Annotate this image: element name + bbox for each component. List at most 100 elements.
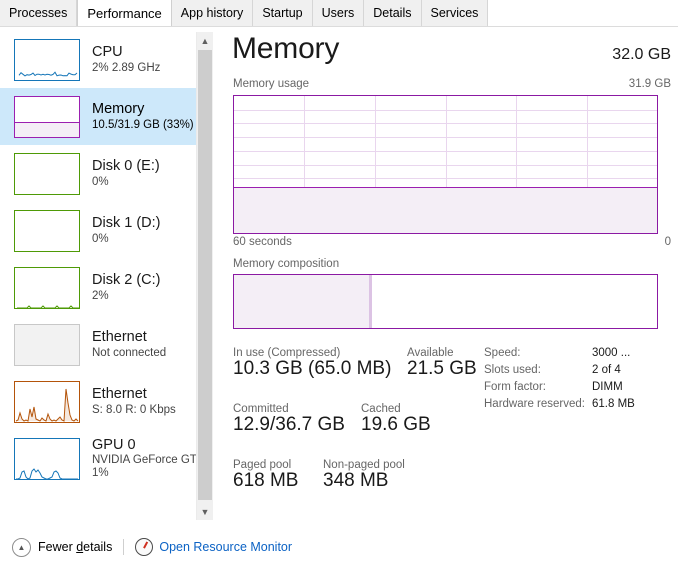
- stat-value: 618 MB: [233, 470, 299, 491]
- hardware-key: Slots used:: [484, 364, 541, 376]
- stat-committed: Committed 12.9/36.7 GB: [233, 403, 345, 436]
- sidebar-item-text: Disk 0 (E:) 0%: [92, 158, 160, 188]
- sidebar-item-text: Memory 10.5/31.9 GB (33%): [92, 101, 194, 131]
- sidebar-thumbnail-disk-2: [14, 266, 80, 309]
- sidebar-item-text: Ethernet Not connected: [92, 329, 166, 359]
- sidebar-scrollbar[interactable]: ▲ ▼: [196, 32, 213, 520]
- memory-composition-bar[interactable]: [233, 274, 658, 329]
- sidebar-item-subtitle: 2% 2.89 GHz: [92, 61, 161, 74]
- footer-divider: [123, 539, 125, 555]
- memory-usage-graph[interactable]: [233, 95, 658, 234]
- scroll-down-icon[interactable]: ▼: [197, 503, 213, 520]
- open-resource-monitor-label: Open Resource Monitor: [159, 540, 293, 554]
- tab-label: Startup: [262, 6, 303, 20]
- graph-gridline-horizontal: [234, 109, 657, 111]
- hardware-key: Speed:: [484, 347, 521, 359]
- composition-segment-in-use: [234, 275, 370, 328]
- tab-performance[interactable]: Performance: [77, 0, 172, 26]
- sidebar-thumbnail-gpu-0: [14, 437, 80, 480]
- memory-usage-area: [234, 186, 657, 233]
- memory-usage-max: 31.9 GB: [628, 78, 671, 90]
- graph-gridline-horizontal: [234, 137, 657, 139]
- stat-cached: Cached 19.6 GB: [361, 403, 431, 436]
- graph-gridline-horizontal: [234, 123, 657, 125]
- sidebar-item-disk-1[interactable]: Disk 1 (D:) 0%: [0, 202, 196, 259]
- sidebar-item-disk-2[interactable]: Disk 2 (C:) 2%: [0, 259, 196, 316]
- sidebar-thumbnail-ethernet-disconnected: [14, 323, 80, 366]
- stat-in-use: In use (Compressed) 10.3 GB (65.0 MB): [233, 347, 391, 380]
- stat-value: 19.6 GB: [361, 414, 431, 435]
- tab-processes[interactable]: Processes: [0, 0, 78, 26]
- sidebar-item-title: Ethernet: [92, 329, 147, 346]
- memory-stats: In use (Compressed) 10.3 GB (65.0 MB) Av…: [222, 347, 672, 491]
- footer-bar: ▲ Fewer details Open Resource Monitor: [0, 527, 678, 567]
- hardware-row-slots-used: Slots used: 2 of 4: [484, 364, 635, 381]
- total-memory-value: 32.0 GB: [612, 46, 671, 63]
- tab-details[interactable]: Details: [364, 0, 422, 26]
- hardware-value: DIMM: [592, 381, 623, 393]
- scroll-up-icon[interactable]: ▲: [197, 32, 213, 49]
- stat-paged-pool: Paged pool 618 MB: [233, 459, 298, 492]
- fewer-details-post: etails: [83, 540, 113, 554]
- scrollbar-thumb[interactable]: [198, 50, 212, 500]
- page-title: Memory: [232, 32, 340, 65]
- resource-monitor-icon: [135, 538, 154, 556]
- sidebar-item-title: Disk 1 (D:): [92, 215, 161, 232]
- hardware-details: Speed: 3000 ... Slots used: 2 of 4 Form …: [484, 347, 635, 415]
- hardware-value: 61.8 MB: [592, 398, 635, 410]
- composition-segment-free: [631, 275, 657, 328]
- usage-graph-header: Memory usage 31.9 GB: [222, 78, 672, 95]
- graph-gridline-horizontal: [234, 150, 657, 152]
- sidebar-item-subtitle: 2%: [92, 289, 109, 302]
- sidebar-item-ethernet-active[interactable]: Ethernet S: 8.0 R: 0 Kbps: [0, 373, 196, 430]
- sidebar-thumbnail-cpu: [14, 38, 80, 81]
- axis-label-right: 0: [664, 236, 671, 248]
- memory-usage-graph-wrap: [233, 95, 658, 234]
- sidebar-item-ethernet-disconnected[interactable]: Ethernet Not connected: [0, 316, 196, 373]
- tab-label: Processes: [9, 6, 68, 20]
- sidebar-thumbnail-ethernet-active: [14, 380, 80, 423]
- sidebar-item-title: CPU: [92, 44, 123, 61]
- fewer-details-pre: Fewer: [38, 540, 77, 554]
- sidebar-item-subtitle-2: 1%: [92, 467, 109, 480]
- sidebar-item-disk-0[interactable]: Disk 0 (E:) 0%: [0, 145, 196, 202]
- sidebar-item-gpu-0[interactable]: GPU 0 NVIDIA GeForce GTX 1%: [0, 430, 196, 487]
- open-resource-monitor-link[interactable]: Open Resource Monitor: [135, 538, 292, 556]
- tab-services[interactable]: Services: [421, 0, 489, 26]
- composition-segment-standby-free: [372, 275, 632, 328]
- tab-label: Users: [321, 6, 355, 20]
- sidebar-item-title: Disk 0 (E:): [92, 158, 160, 175]
- tab-startup[interactable]: Startup: [253, 0, 313, 26]
- memory-usage-label: Memory usage: [233, 78, 310, 90]
- sidebar-item-cpu[interactable]: CPU 2% 2.89 GHz: [0, 31, 196, 88]
- sidebar-item-title: Memory: [92, 101, 145, 118]
- sidebar-thumbnail-disk-0: [14, 152, 80, 195]
- sidebar-item-text: Disk 1 (D:) 0%: [92, 215, 160, 245]
- sidebar-item-subtitle: NVIDIA GeForce GTX: [92, 454, 196, 467]
- sidebar-item-subtitle: Not connected: [92, 346, 167, 359]
- hardware-value: 3000 ...: [592, 347, 631, 359]
- hardware-row-hardware-reserved: Hardware reserved: 61.8 MB: [484, 398, 635, 415]
- tab-app-history[interactable]: App history: [171, 0, 254, 26]
- resource-sidebar[interactable]: CPU 2% 2.89 GHz Memory 10.5/31.9 GB (33%) Di…: [0, 31, 196, 519]
- sidebar-item-subtitle: 0%: [92, 175, 109, 188]
- sidebar-item-text: GPU 0 NVIDIA GeForce GTX 1%: [92, 437, 196, 480]
- stat-non-paged-pool: Non-paged pool 348 MB: [323, 459, 405, 492]
- fewer-details-button[interactable]: ▲ Fewer details: [12, 537, 113, 557]
- hardware-key: Hardware reserved:: [484, 398, 585, 410]
- tab-users[interactable]: Users: [312, 0, 365, 26]
- memory-header: Memory 32.0 GB: [222, 32, 672, 74]
- sidebar-item-text: CPU 2% 2.89 GHz: [92, 44, 160, 74]
- sidebar-item-subtitle: S: 8.0 R: 0 Kbps: [92, 403, 176, 416]
- graph-gridline-horizontal: [234, 164, 657, 166]
- stat-value: 10.3 GB (65.0 MB): [233, 358, 392, 379]
- sidebar-thumbnail-fill: [15, 122, 79, 137]
- graph-gridline-horizontal: [234, 178, 657, 180]
- tab-label: Services: [430, 6, 479, 20]
- tab-list: Processes Performance App history Startu…: [0, 0, 489, 27]
- sidebar-item-subtitle: 10.5/31.9 GB (33%): [92, 118, 194, 131]
- tab-strip: Processes Performance App history Startu…: [0, 0, 678, 30]
- stat-value: 21.5 GB: [407, 358, 477, 379]
- sidebar-item-title: GPU 0: [92, 437, 136, 453]
- sidebar-item-memory[interactable]: Memory 10.5/31.9 GB (33%): [0, 88, 196, 145]
